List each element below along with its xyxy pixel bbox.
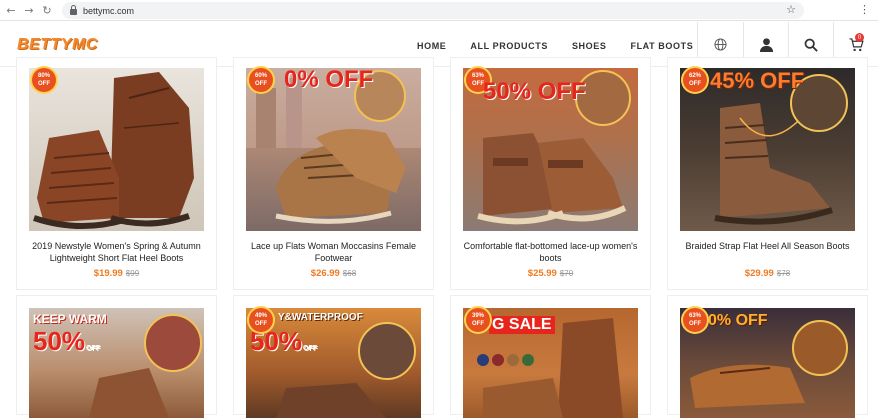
- discount-badge: 63% OFF: [683, 308, 707, 332]
- product-title[interactable]: 2019 Newstyle Women's Spring & Autumn Li…: [21, 240, 212, 264]
- boot-illustration: [33, 72, 194, 229]
- back-icon[interactable]: ←: [4, 3, 18, 17]
- discount-badge: 60% OFF: [249, 68, 273, 92]
- product-card[interactable]: 62% OFF 45% OFF Braided Strap Flat Heel …: [667, 57, 868, 290]
- original-price: $70: [559, 269, 574, 278]
- globe-icon: [714, 38, 727, 51]
- cart-count-badge: 0: [855, 33, 864, 42]
- product-card[interactable]: 60% OFF 0% OFF Lace up Flats Woman Mocca…: [233, 57, 434, 290]
- product-title[interactable]: Lace up Flats Woman Moccasins Female Foo…: [238, 240, 429, 264]
- site-logo[interactable]: BETTYMC: [17, 36, 98, 54]
- product-prices: $26.99 $68: [234, 268, 433, 279]
- product-image[interactable]: KEEP WARM 50%OFF: [29, 308, 204, 418]
- original-price: $78: [776, 269, 791, 278]
- nav-shoes[interactable]: SHOES: [572, 41, 607, 51]
- product-card[interactable]: 0% OFF 63% OFF: [667, 295, 868, 418]
- discount-badge: 39% OFF: [466, 308, 490, 332]
- bookmark-star-icon[interactable]: ☆: [786, 3, 796, 16]
- browser-toolbar: ← → ↻ bettymc.com ☆ ⋮: [0, 0, 878, 21]
- search-icon: [804, 38, 818, 52]
- boot-illustration: [477, 318, 623, 418]
- product-card[interactable]: KEEP WARM 50%OFF: [16, 295, 217, 418]
- boot-illustration: [276, 383, 386, 418]
- nav-all-products[interactable]: ALL PRODUCTS: [470, 41, 548, 51]
- discount-badge: 80% OFF: [32, 68, 56, 92]
- product-image[interactable]: G SALE: [463, 308, 638, 418]
- promo-text: 0% OFF: [284, 66, 374, 93]
- nav-flat-boots[interactable]: FLAT BOOTS: [630, 41, 693, 51]
- product-image[interactable]: Y&WATERPROOF 50%OFF: [246, 308, 421, 418]
- browser-menu-icon[interactable]: ⋮: [859, 3, 870, 16]
- main-nav: HOME ALL PRODUCTS SHOES FLAT BOOTS: [417, 41, 717, 51]
- product-prices: $25.99 $70: [451, 268, 650, 279]
- product-card[interactable]: G SALE 39% OFF: [450, 295, 651, 418]
- discount-badge: 62% OFF: [683, 68, 707, 92]
- lock-icon: [70, 4, 77, 15]
- original-price: $68: [342, 269, 357, 278]
- address-bar[interactable]: bettymc.com ☆: [62, 2, 804, 19]
- forward-icon[interactable]: →: [22, 3, 36, 17]
- original-price: $99: [125, 269, 140, 278]
- user-icon: [759, 38, 773, 52]
- sale-price: $29.99: [744, 268, 774, 279]
- product-image[interactable]: 0% OFF: [680, 308, 855, 418]
- reload-icon[interactable]: ↻: [40, 3, 54, 17]
- product-title[interactable]: Braided Strap Flat Heel All Season Boots: [672, 240, 863, 252]
- nav-home[interactable]: HOME: [417, 41, 446, 51]
- sale-price: $25.99: [527, 268, 557, 279]
- product-grid: 80% OFF 2019 Newstyle Women's Spring & A…: [16, 57, 871, 418]
- promo-text: 50% OFF: [483, 78, 586, 105]
- product-prices: $29.99 $78: [668, 268, 867, 279]
- sale-price: $26.99: [310, 268, 340, 279]
- product-prices: $19.99 $99: [17, 268, 216, 279]
- product-card[interactable]: 80% OFF 2019 Newstyle Women's Spring & A…: [16, 57, 217, 290]
- product-card[interactable]: 63% OFF 50% OFF Comfortable flat-bottome…: [450, 57, 651, 290]
- promo-text: 45% OFF: [710, 68, 805, 93]
- boot-illustration: [89, 368, 169, 418]
- shoe-illustration: [690, 364, 805, 408]
- product-card[interactable]: Y&WATERPROOF 50%OFF 49% OFF: [233, 295, 434, 418]
- discount-badge: 49% OFF: [249, 308, 273, 332]
- url-text[interactable]: bettymc.com: [83, 6, 134, 16]
- product-title[interactable]: Comfortable flat-bottomed lace-up women'…: [455, 240, 646, 264]
- sale-price: $19.99: [93, 268, 123, 279]
- product-image[interactable]: [29, 68, 204, 231]
